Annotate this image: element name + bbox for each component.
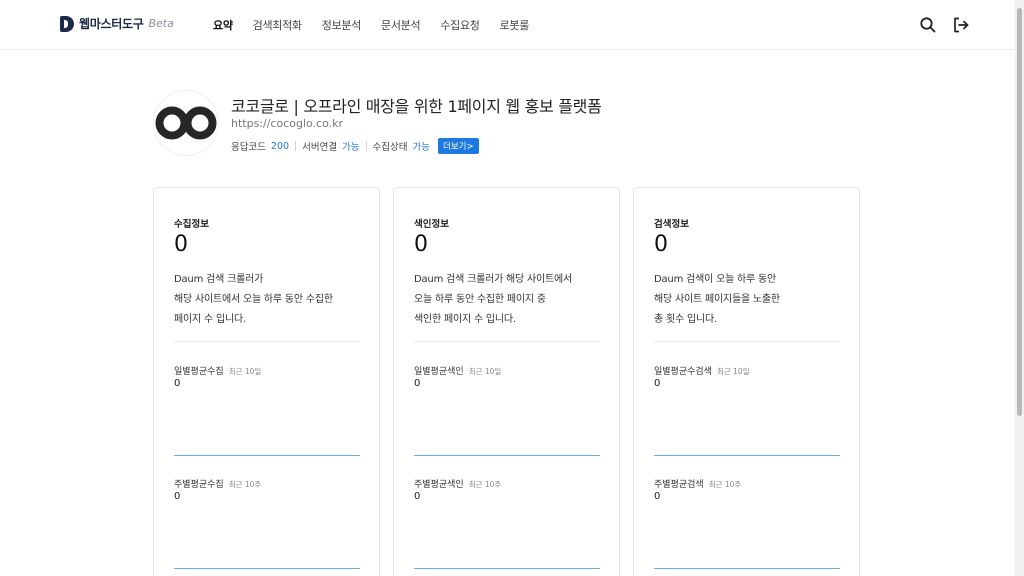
card-description: Daum 검색 크롤러가 해당 사이트에서 오늘 하루 동안 수집한 페이지 중…	[414, 270, 604, 330]
daily-avg-value: 0	[414, 378, 421, 389]
desc-line: 오늘 하루 동안 수집한 페이지 중	[414, 294, 546, 305]
weekly-avg-value: 0	[414, 491, 421, 502]
top-header: 웹마스터도구 Beta 요약 검색최적화 정보분석 문서분석 수집요청 로봇룰	[0, 0, 1015, 50]
metric-title: 주별평균검색	[654, 480, 704, 490]
nav-robot-rules[interactable]: 로봇룰	[500, 17, 530, 33]
nav-info-analysis[interactable]: 정보분석	[322, 17, 362, 33]
desc-line: 해당 사이트 페이지들을 노출한	[654, 294, 780, 305]
card-divider	[654, 341, 840, 342]
card-description: Daum 검색이 오늘 하루 동안 해당 사이트 페이지들을 노출한 총 횟수 …	[654, 270, 844, 330]
more-button[interactable]: 더보기>	[438, 138, 479, 154]
metric-period: 최근 10주	[468, 480, 502, 489]
card-count: 0	[414, 232, 428, 257]
metric-title: 일별평균색인	[414, 367, 464, 377]
metric-period: 최근 10주	[708, 480, 742, 489]
nav-summary[interactable]: 요약	[213, 17, 233, 33]
card-label: 색인정보	[414, 219, 449, 230]
metric-title: 주별평균수집	[174, 480, 224, 490]
weekly-avg-label: 주별평균수집 최근 10주	[174, 477, 261, 490]
nav-document-analysis[interactable]: 문서분석	[381, 17, 421, 33]
metric-period: 최근 10일	[468, 367, 502, 376]
brand-logo[interactable]: 웹마스터도구 Beta	[60, 15, 174, 32]
site-url: https://cocoglo.co.kr	[231, 117, 344, 130]
logout-icon[interactable]	[952, 16, 970, 34]
card-label: 검색정보	[654, 219, 689, 230]
search-info-card: 검색정보 0 Daum 검색이 오늘 하루 동안 해당 사이트 페이지들을 노출…	[633, 187, 860, 576]
desc-line: 총 횟수 입니다.	[654, 314, 717, 325]
desc-line: 색인한 페이지 수 입니다.	[414, 314, 516, 325]
card-count: 0	[174, 232, 188, 257]
brand-d-icon	[60, 15, 74, 32]
metric-title: 주별평균색인	[414, 480, 464, 490]
daily-avg-label: 일별평균수검색 최근 10일	[654, 364, 750, 377]
metric-title: 일별평균수집	[174, 367, 224, 377]
card-description: Daum 검색 크롤러가 해당 사이트에서 오늘 하루 동안 수집한 페이지 수…	[174, 270, 364, 330]
crawl-info-card: 수집정보 0 Daum 검색 크롤러가 해당 사이트에서 오늘 하루 동안 수집…	[153, 187, 380, 576]
status-divider	[365, 141, 367, 151]
crawl-status-label: 수집상태	[372, 142, 408, 153]
daily-avg-label: 일별평균수집 최근 10일	[174, 364, 261, 377]
search-icon[interactable]	[919, 16, 937, 34]
page-scrollbar[interactable]	[1015, 0, 1024, 576]
beta-badge: Beta	[148, 17, 174, 30]
index-info-card: 색인정보 0 Daum 검색 크롤러가 해당 사이트에서 오늘 하루 동안 수집…	[393, 187, 620, 576]
daily-chart-line	[174, 455, 360, 456]
brand-name: 웹마스터도구	[79, 17, 144, 31]
metric-period: 최근 10주	[228, 480, 262, 489]
weekly-avg-label: 주별평균검색 최근 10주	[654, 477, 741, 490]
desc-line: 해당 사이트에서 오늘 하루 동안 수집한	[174, 294, 333, 305]
response-code-label: 응답코드	[231, 142, 266, 153]
card-divider	[414, 341, 600, 342]
metric-title: 일별평균수검색	[654, 367, 712, 377]
metric-period: 최근 10일	[228, 367, 262, 376]
weekly-avg-value: 0	[654, 491, 661, 502]
crawl-status-value: 가능	[412, 142, 431, 153]
daily-avg-label: 일별평균색인 최근 10일	[414, 364, 501, 377]
card-count: 0	[654, 232, 668, 257]
desc-line: Daum 검색이 오늘 하루 동안	[654, 274, 777, 285]
nav-crawl-request[interactable]: 수집요청	[440, 17, 480, 33]
status-divider	[295, 141, 297, 151]
scrollbar-thumb[interactable]	[1017, 8, 1022, 416]
site-status-bar: 응답코드 200 서버연결 가능 수집상태 가능 더보기>	[231, 138, 479, 154]
main-nav: 요약 검색최적화 정보분석 문서분석 수집요청 로봇룰	[213, 17, 549, 33]
response-code-value: 200	[270, 140, 290, 152]
site-logo	[153, 90, 219, 156]
desc-line: Daum 검색 크롤러가	[174, 274, 264, 285]
server-connection-value: 가능	[342, 142, 360, 153]
card-divider	[174, 341, 360, 342]
site-logo-infinity-icon	[155, 106, 217, 140]
weekly-chart-line	[654, 568, 840, 569]
site-title: 코코글로 | 오프라인 매장을 위한 1페이지 웹 홍보 플랫폼	[231, 97, 602, 116]
desc-line: Daum 검색 크롤러가 해당 사이트에서	[414, 274, 573, 285]
weekly-avg-value: 0	[174, 491, 181, 502]
weekly-avg-label: 주별평균색인 최근 10주	[414, 477, 501, 490]
nav-search-optimization[interactable]: 검색최적화	[253, 17, 302, 33]
server-connection-label: 서버연결	[302, 142, 338, 153]
daily-chart-line	[654, 455, 840, 456]
daily-avg-value: 0	[654, 378, 661, 389]
daily-chart-line	[414, 455, 600, 456]
weekly-chart-line	[174, 568, 360, 569]
metric-period: 최근 10일	[716, 367, 750, 376]
card-label: 수집정보	[174, 219, 209, 230]
daily-avg-value: 0	[174, 378, 181, 389]
weekly-chart-line	[414, 568, 600, 569]
desc-line: 페이지 수 입니다.	[174, 314, 246, 325]
